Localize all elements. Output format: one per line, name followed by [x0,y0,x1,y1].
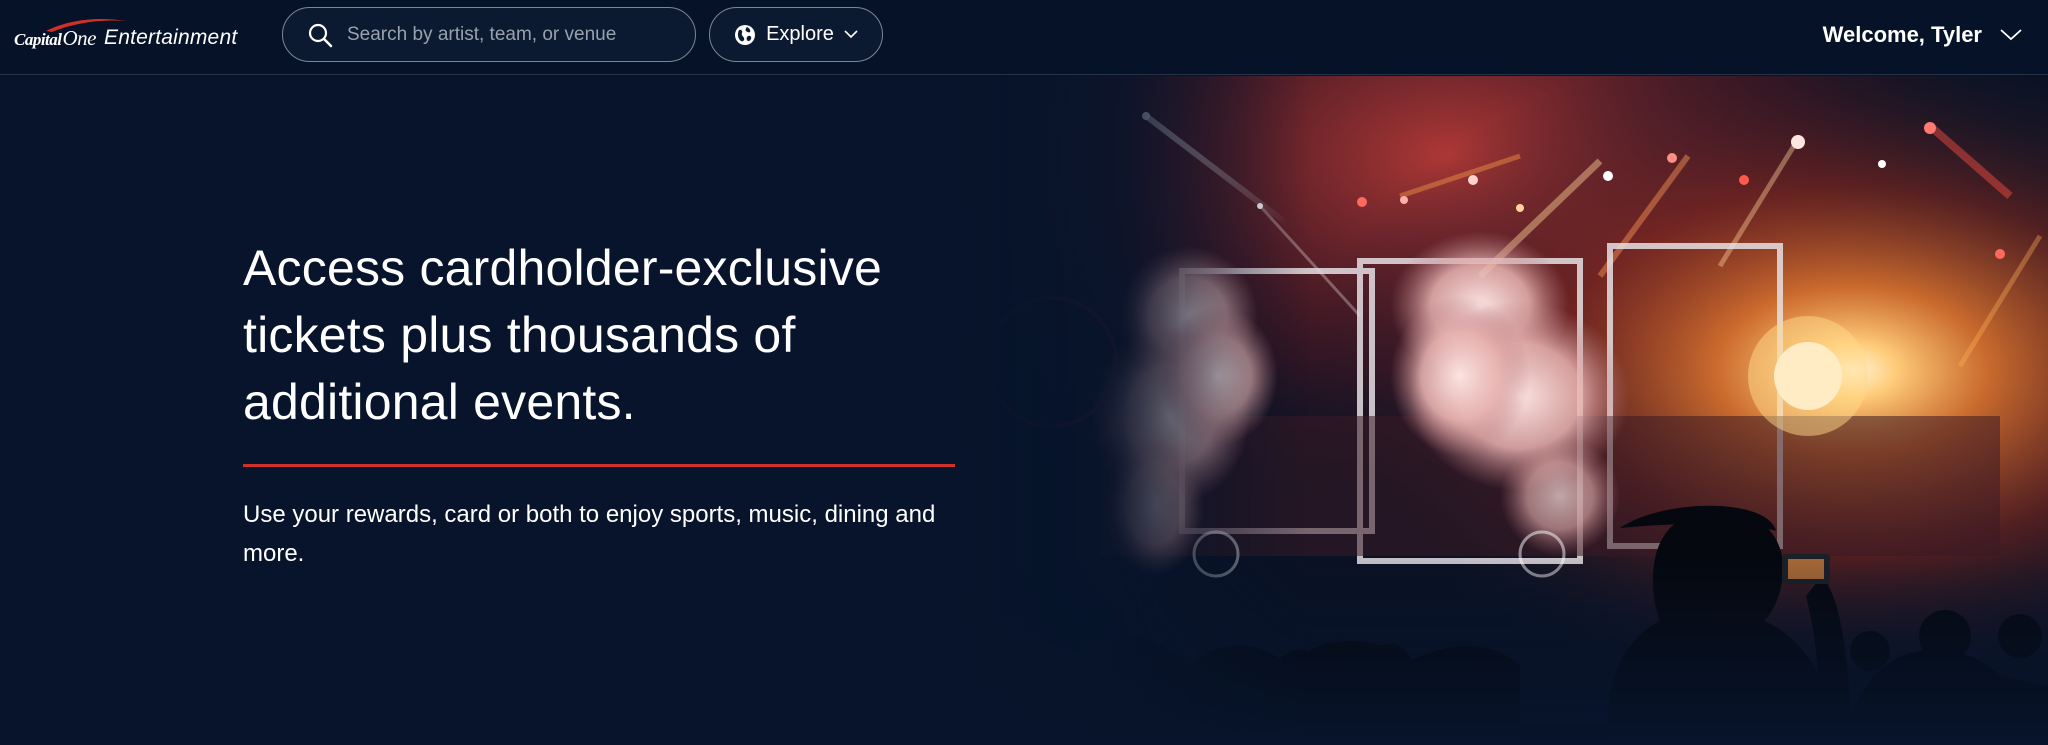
hero-concert-image [960,76,2048,745]
chevron-down-icon [2000,29,2022,41]
account-menu[interactable]: Welcome, Tyler [1823,18,2022,52]
explore-label: Explore [766,23,834,45]
explore-button[interactable]: Explore [709,7,883,62]
chevron-down-icon [844,30,858,39]
search-icon [308,23,333,47]
logo-swoosh-icon [46,18,126,32]
hero-headline: Access cardholder-exclusive tickets plus… [243,240,882,430]
search-input[interactable] [347,14,677,55]
logo-capital-text: Capital [14,29,62,49]
top-nav: Capital One Entertainment Explore [0,0,2048,75]
hero-divider [243,464,955,467]
hero-subtext: Use your rewards, card or both to enjoy … [243,501,936,567]
search-bar[interactable] [282,7,696,62]
hero-section: Access cardholder-exclusive tickets plus… [243,235,1003,573]
page: Capital One Entertainment Explore [0,0,2048,745]
globe-icon [735,24,756,45]
capital-one-entertainment-logo[interactable]: Capital One Entertainment [14,18,237,58]
welcome-label: Welcome, Tyler [1822,22,1982,47]
capital-one-logo: Capital One [14,18,126,51]
